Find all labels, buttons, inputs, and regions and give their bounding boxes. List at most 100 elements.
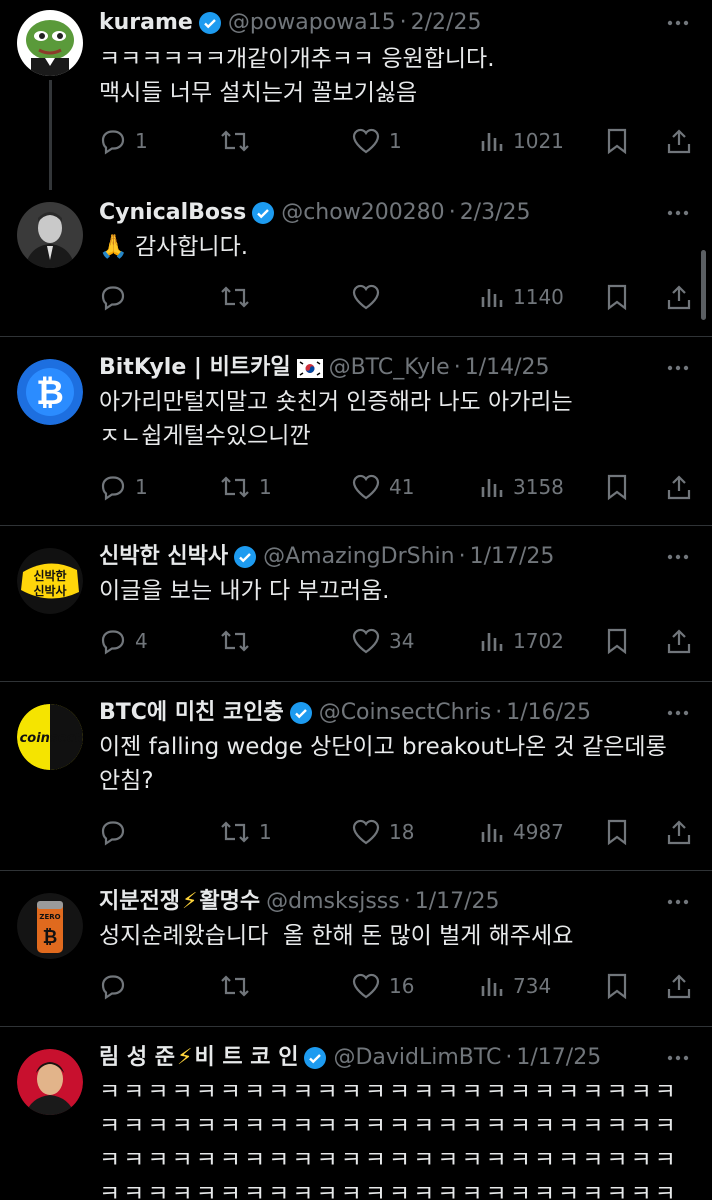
display-name[interactable]: kurame [99,6,193,40]
share-button[interactable] [665,124,693,158]
views-button[interactable]: 1140 [479,280,564,314]
more-options-icon[interactable] [664,888,692,916]
reply-button[interactable]: 4 [99,624,148,658]
avatar[interactable]: ZERO ₿ [17,893,83,959]
share-icon [667,629,691,654]
avatar[interactable] [17,1049,83,1115]
retweet-button[interactable] [219,969,251,1003]
display-name[interactable]: CynicalBoss [99,196,246,230]
display-name[interactable]: BTC에 미친 코인충 [99,696,284,730]
retweet-button[interactable] [219,624,251,658]
reply-icon [101,286,125,311]
avatar[interactable]: coinsect [17,704,83,770]
avatar[interactable]: 신박한 신박사 [17,548,83,614]
views-button[interactable]: 4987 [479,815,564,849]
bookmark-icon [607,973,627,1000]
share-button[interactable] [665,280,693,314]
reply-button[interactable] [99,969,127,1003]
like-button[interactable]: 18 [351,815,414,849]
more-options-icon[interactable] [664,354,692,382]
handle[interactable]: @DavidLimBTC [333,1041,501,1075]
views-button[interactable]: 1021 [479,124,564,158]
reply-button[interactable] [99,815,127,849]
share-button[interactable] [665,815,693,849]
bookmark-button[interactable] [605,969,629,1003]
avatar[interactable]: ₿ [17,359,83,425]
more-options-icon[interactable] [664,543,692,571]
tweet-davidlimbtc[interactable]: 림 성 준 ⚡ 비 트 코 인 @DavidLimBTC · 1/17/25 ㅋ… [0,1027,712,1200]
like-button[interactable] [351,280,381,314]
heart-icon [352,973,380,999]
tweet-header: BTC에 미친 코인충 @CoinsectChris · 1/16/25 [99,696,652,730]
display-name[interactable]: BitKyle | 비트카일 [99,351,291,385]
tweet-dmsksjsss[interactable]: ZERO ₿ 지분전쟁 ⚡ 활명수 @dmsksjsss · 1/17/25 성… [0,871,712,1026]
views-button[interactable]: 734 [479,969,551,1003]
like-button[interactable]: 16 [351,969,414,1003]
more-options-icon[interactable] [664,199,692,227]
timestamp[interactable]: 2/3/25 [460,196,531,230]
retweet-button[interactable] [219,280,251,314]
timestamp[interactable]: 1/16/25 [506,696,591,730]
timestamp[interactable]: 1/17/25 [470,540,555,574]
tweet-bitkyle[interactable]: ₿ BitKyle | 비트카일 @BTC_Kyle · 1/14/25 아가리… [0,337,712,525]
display-name-part[interactable]: 지분전쟁 [99,885,180,919]
retweet-icon [221,975,249,997]
display-name-part[interactable]: 활명수 [199,885,260,919]
bookmark-button[interactable] [605,470,629,504]
views-button[interactable]: 1702 [479,624,564,658]
views-button[interactable]: 3158 [479,470,564,504]
handle[interactable]: @CoinsectChris [319,696,492,730]
verified-badge-icon [304,1047,327,1069]
timestamp[interactable]: 1/17/25 [415,885,500,919]
views-icon [481,133,503,151]
display-name-part[interactable]: 림 성 준 [99,1041,175,1075]
reply-button[interactable] [99,280,127,314]
tweet-amazingdrshin[interactable]: 신박한 신박사 신박한 신박사 @AmazingDrShin · 1/17/25… [0,526,712,681]
tweet-kurame[interactable]: kurame @powapowa15 · 2/2/25 ㅋㅋㅋㅋㅋㅋ개같이개추ㅋ… [0,0,712,190]
timestamp[interactable]: 1/14/25 [465,351,550,385]
tweet-text: 성지순례왔습니다 올 한해 돈 많이 벌게 해주세요 [99,923,574,949]
avatar-can-text: ZERO [39,913,60,921]
handle[interactable]: @chow200280 [281,196,444,230]
bookmark-button[interactable] [605,280,629,314]
bookmark-button[interactable] [605,815,629,849]
share-button[interactable] [665,470,693,504]
like-button[interactable]: 34 [351,624,414,658]
share-button[interactable] [665,624,693,658]
more-options-icon[interactable] [664,9,692,37]
tweet-text: 이젠 falling wedge 상단이고 breakout나온 것 같은데롱 … [99,734,675,794]
more-options-icon[interactable] [664,1044,692,1072]
like-button[interactable]: 1 [351,124,402,158]
handle[interactable]: @BTC_Kyle [329,351,450,385]
handle[interactable]: @powapowa15 [228,6,396,40]
reply-button[interactable]: 1 [99,470,148,504]
share-button[interactable] [665,969,693,1003]
lightning-icon: ⚡ [181,889,198,914]
share-icon [667,285,691,310]
bookmark-button[interactable] [605,124,629,158]
bookmark-button[interactable] [605,624,629,658]
retweet-button[interactable]: 1 [219,815,272,849]
tweet-cynicalboss[interactable]: CynicalBoss @chow200280 · 2/3/25 🙏 감사합니다… [0,190,712,336]
tweet-coinsectchris[interactable]: coinsect BTC에 미친 코인충 @CoinsectChris · 1/… [0,682,712,870]
handle[interactable]: @dmsksjsss [266,885,400,919]
more-options-icon[interactable] [664,699,692,727]
display-name-part[interactable]: 비 트 코 인 [195,1041,299,1075]
reply-button[interactable]: 1 [99,124,148,158]
avatar[interactable] [17,10,83,76]
avatar[interactable] [17,202,83,268]
lightning-icon: ⚡ [177,1045,193,1070]
handle[interactable]: @AmazingDrShin [263,540,454,574]
retweet-button[interactable]: 1 [219,470,272,504]
retweet-button[interactable] [219,124,251,158]
display-name[interactable]: 신박한 신박사 [99,540,228,574]
timestamp[interactable]: 2/2/25 [411,6,482,40]
like-button[interactable]: 41 [351,470,414,504]
view-count: 734 [513,974,552,998]
tweet-header: 림 성 준 ⚡ 비 트 코 인 @DavidLimBTC · 1/17/25 [99,1041,652,1075]
bookmark-icon [607,819,627,846]
scrollbar[interactable] [701,250,706,320]
timestamp[interactable]: 1/17/25 [516,1041,601,1075]
heart-icon [352,819,380,845]
view-count: 1021 [513,129,564,153]
